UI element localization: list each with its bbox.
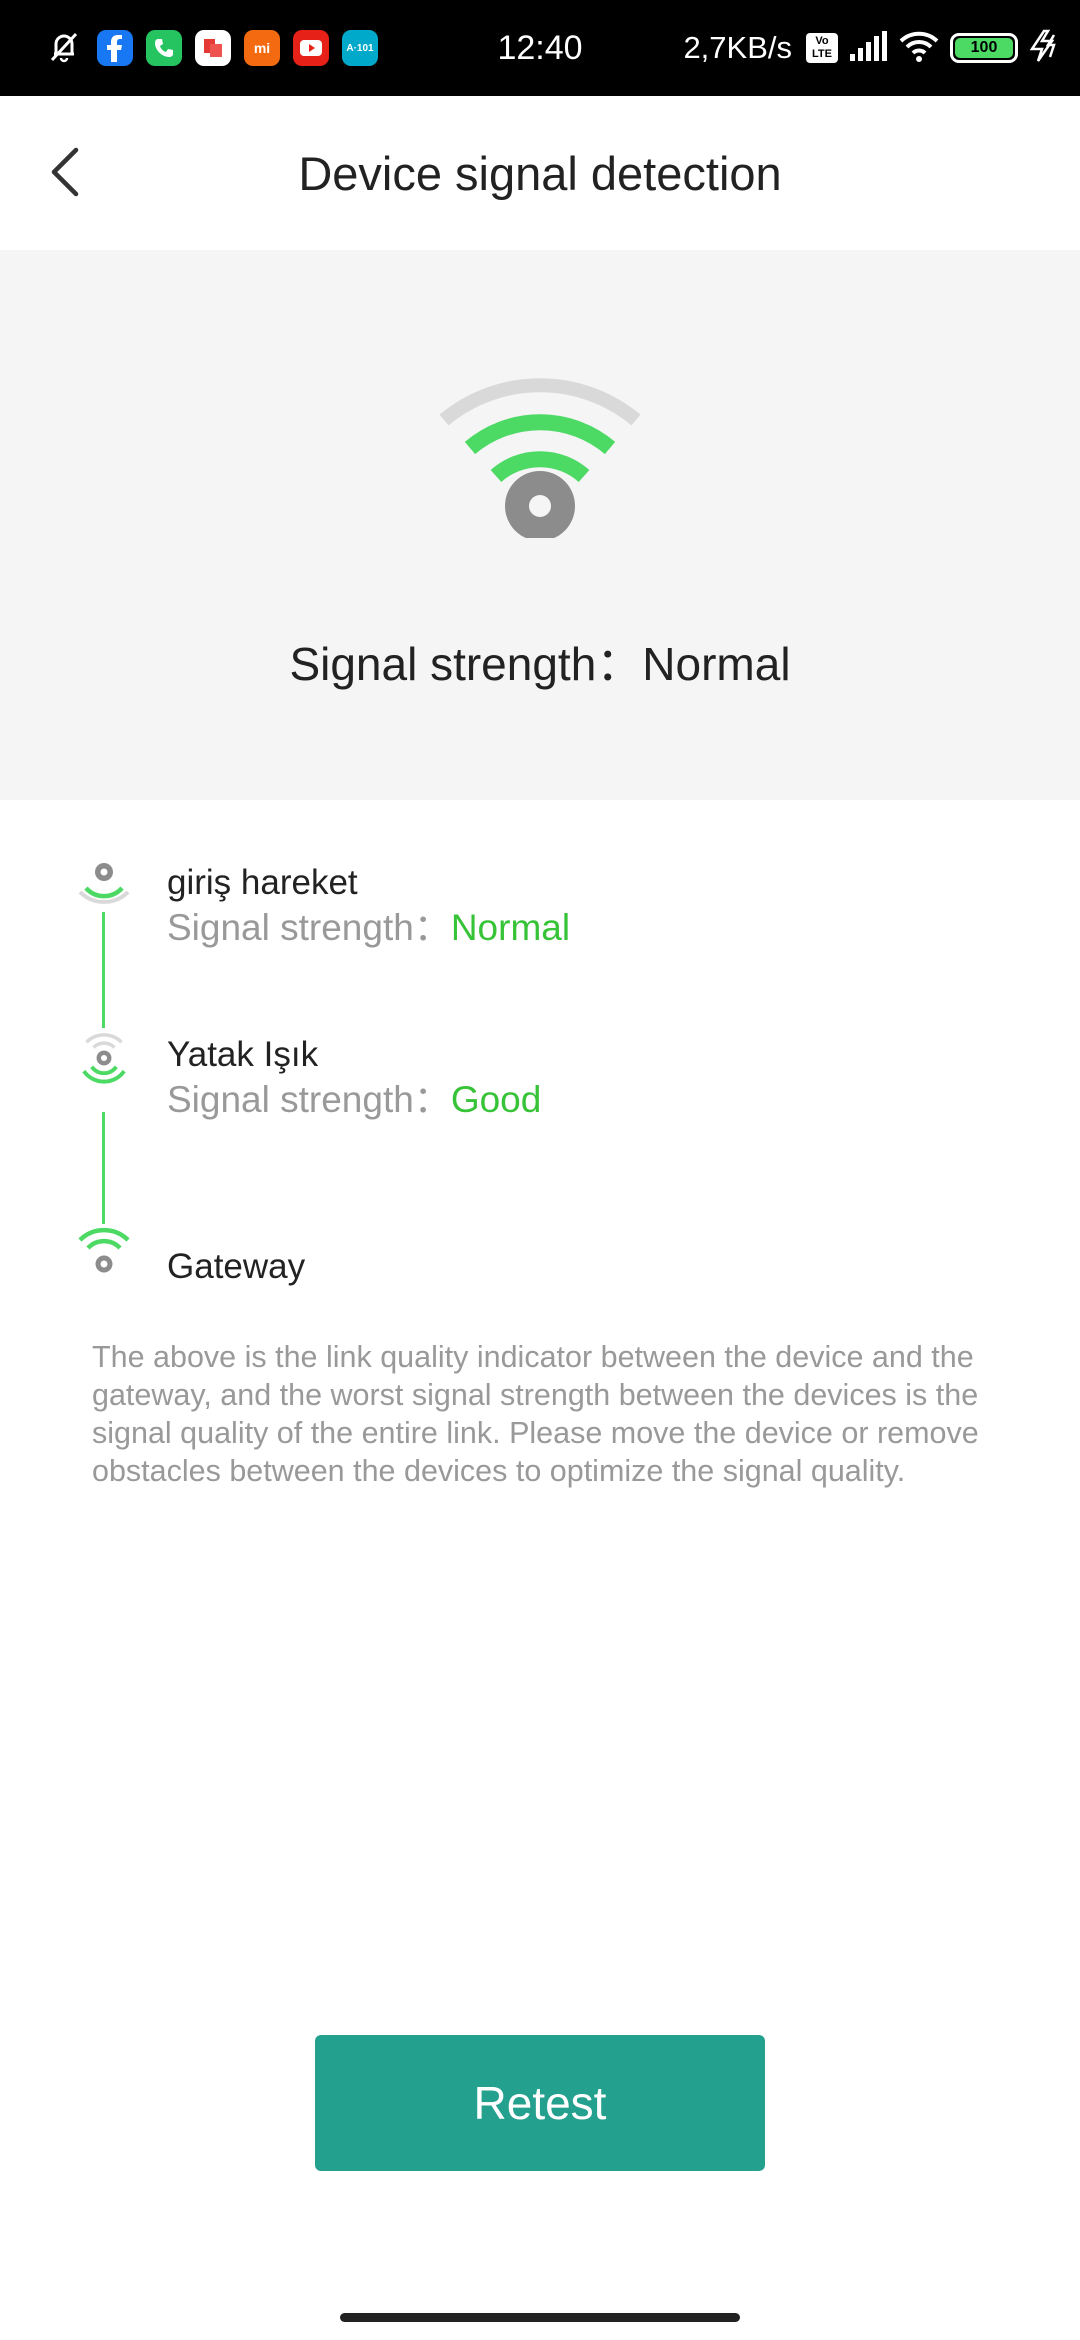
battery-level: 100 — [955, 38, 1013, 58]
list-item: Gateway — [0, 1224, 1080, 1314]
signal-value: Normal — [450, 907, 571, 948]
signal-label: Signal strength： — [167, 1079, 451, 1120]
signal-value: Good — [450, 1079, 542, 1120]
network-speed: 2,7KB/s — [683, 30, 792, 65]
status-bar: mi A·101 12:40 2,7KB/s Vo LTE 100 — [0, 0, 1080, 96]
signal-label: Signal strength： — [167, 907, 451, 948]
device-name: Yatak Işık — [167, 1035, 319, 1074]
page-title: Device signal detection — [298, 147, 782, 200]
link-quality-description: The above is the link quality indicator … — [92, 1340, 979, 1488]
list-item: giriş hareket Signal strength：Normal — [0, 850, 1080, 970]
signal-summary-panel: Signal strength：Normal — [0, 250, 1080, 800]
device-name: giriş hareket — [167, 863, 358, 902]
device-signal: Signal strength：Good — [167, 1076, 541, 1124]
device-name: Gateway — [167, 1247, 306, 1286]
volte-badge: Vo LTE — [806, 33, 838, 63]
battery-indicator: 100 — [950, 33, 1018, 63]
system-indicators: 2,7KB/s Vo LTE 100 — [683, 26, 1062, 70]
signal-weak-icon — [78, 863, 130, 904]
app-header: Device signal detection — [0, 96, 1080, 250]
signal-good-icon — [82, 1033, 126, 1084]
cell-signal-icon — [848, 30, 888, 67]
wifi-signal-icon — [440, 378, 640, 538]
gateway-wifi-icon — [78, 1227, 130, 1273]
list-item: Yatak Işık Signal strength：Good — [0, 1022, 1080, 1142]
overall-signal-strength: Signal strength：Normal — [289, 638, 791, 690]
retest-button[interactable]: Retest — [315, 2035, 765, 2171]
home-indicator[interactable] — [340, 2313, 740, 2322]
wifi-status-icon — [898, 29, 940, 68]
charging-icon — [1028, 29, 1062, 68]
device-signal: Signal strength：Normal — [167, 904, 570, 952]
